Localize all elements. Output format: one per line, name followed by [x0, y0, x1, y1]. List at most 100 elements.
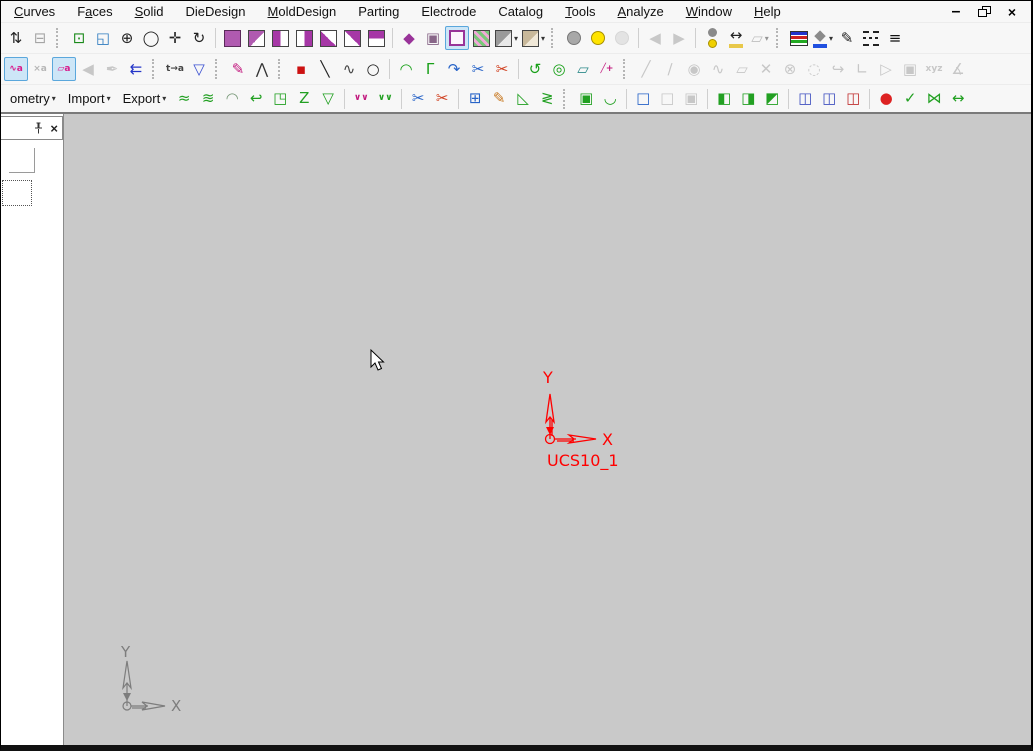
move-face-icon[interactable]: ⊞ — [463, 87, 487, 111]
previous-view-icon[interactable]: ◀ — [643, 26, 667, 50]
sketch-segment-icon[interactable]: ∕ — [658, 57, 682, 81]
extend-curve-icon[interactable]: ↷ — [442, 57, 466, 81]
edit-parting-icon[interactable]: ⋈ — [922, 87, 946, 111]
feature-tree-fragment[interactable] — [1, 140, 63, 745]
named-view-icon[interactable]: ▣ — [421, 26, 445, 50]
shaded-view-icon[interactable] — [220, 26, 244, 50]
zoom-in-out-icon[interactable]: ⊕ — [115, 26, 139, 50]
view-options-dropdown[interactable]: ▾ — [520, 26, 547, 50]
restore-button[interactable] — [977, 5, 991, 19]
sketch-curve-icon[interactable]: ∿ — [706, 57, 730, 81]
display-style-dropdown[interactable]: ▾ — [493, 26, 520, 50]
surface-sweep-icon[interactable]: ≋ — [196, 87, 220, 111]
menu-solid[interactable]: Solid — [124, 2, 175, 21]
fill-color-dropdown[interactable]: ◆ ▾ — [811, 26, 835, 50]
zoom-fit-icon[interactable]: ⊡ — [67, 26, 91, 50]
sketch-circle-icon[interactable]: ◉ — [682, 57, 706, 81]
insert-block-c-icon[interactable]: ◫ — [841, 87, 865, 111]
front-view-icon[interactable] — [268, 26, 292, 50]
menu-tools[interactable]: Tools — [554, 2, 606, 21]
pick-light-icon[interactable] — [610, 26, 634, 50]
left-view-icon[interactable] — [316, 26, 340, 50]
project-curve-icon[interactable]: ↺ — [523, 57, 547, 81]
lasso-select-icon[interactable]: ⋀ — [250, 57, 274, 81]
menu-molddesign[interactable]: MoldDesign — [257, 2, 348, 21]
next-view-icon[interactable]: ▶ — [667, 26, 691, 50]
knit-surface-icon[interactable]: ∨∨ — [349, 87, 373, 111]
angle-point-icon[interactable]: ∡ — [946, 57, 970, 81]
fillet-curve-icon[interactable]: ◠ — [394, 57, 418, 81]
new-block-icon[interactable]: ▣ — [574, 87, 598, 111]
right-view-icon[interactable] — [340, 26, 364, 50]
edit-sketch-icon[interactable]: ✎ — [226, 57, 250, 81]
notch-solid-icon[interactable]: ◩ — [760, 87, 784, 111]
selection-filter-icon[interactable]: ▽ — [187, 57, 211, 81]
magnifier-icon[interactable]: ◯ — [139, 26, 163, 50]
signature-icon[interactable]: ✒ — [100, 57, 124, 81]
line-icon[interactable]: ╲ — [313, 57, 337, 81]
menu-parting[interactable]: Parting — [347, 2, 410, 21]
menu-help[interactable]: Help — [743, 2, 792, 21]
menu-electrode[interactable]: Electrode — [410, 2, 487, 21]
panel-close-icon[interactable]: × — [50, 122, 58, 135]
menu-catalog[interactable]: Catalog — [487, 2, 554, 21]
surface-flip-icon[interactable]: ↩ — [244, 87, 268, 111]
axis-system-icon[interactable]: ∟ — [850, 57, 874, 81]
point-icon[interactable]: ▪ — [289, 57, 313, 81]
menu-analyze[interactable]: Analyze — [606, 2, 674, 21]
pen-color-icon[interactable]: ✎ — [835, 26, 859, 50]
edit-face-icon[interactable]: ✎ — [487, 87, 511, 111]
untrim-surface-icon[interactable]: ✂ — [430, 87, 454, 111]
isometric-view-icon[interactable] — [244, 26, 268, 50]
light-off-icon[interactable] — [562, 26, 586, 50]
normal-to-icon[interactable]: ◆ — [397, 26, 421, 50]
delete-history-icon[interactable]: ⊟ — [28, 26, 52, 50]
spline-icon[interactable]: ∿ — [337, 57, 361, 81]
unknit-surface-icon[interactable]: ∨∨ — [373, 87, 397, 111]
rename-icon[interactable]: t→a — [163, 57, 187, 81]
swap-display-icon[interactable] — [700, 26, 724, 50]
menu-window[interactable]: Window — [675, 2, 743, 21]
pointer-mode-icon[interactable]: ▷ — [874, 57, 898, 81]
layer-manager-icon[interactable] — [787, 26, 811, 50]
silhouette-curve-icon[interactable]: ◎ — [547, 57, 571, 81]
insert-block-a-icon[interactable]: ◫ — [793, 87, 817, 111]
grid-point-icon[interactable]: ▣ — [898, 57, 922, 81]
xyz-point-icon[interactable]: xyz — [922, 57, 946, 81]
tree-node[interactable] — [2, 180, 32, 206]
light-on-icon[interactable] — [586, 26, 610, 50]
insert-block-b-icon[interactable]: ◫ — [817, 87, 841, 111]
rotate-view-icon[interactable]: ↻ — [187, 26, 211, 50]
flatten-surface-icon[interactable]: ◺ — [511, 87, 535, 111]
box-tool-icon[interactable]: □ — [655, 87, 679, 111]
surface-funnel-icon[interactable]: ▽ — [316, 87, 340, 111]
sketch-line-icon[interactable]: ╱ — [634, 57, 658, 81]
split-curve-icon[interactable]: ✂ — [490, 57, 514, 81]
pin-icon[interactable] — [33, 122, 44, 134]
curve-names-toggle[interactable]: ∿a — [4, 57, 28, 81]
minimize-button[interactable]: – — [949, 3, 963, 19]
line-weight-icon[interactable]: ≡ — [883, 26, 907, 50]
textured-view-icon[interactable] — [469, 26, 493, 50]
circle-icon[interactable]: ○ — [361, 57, 385, 81]
replace-face-icon[interactable]: ≷ — [535, 87, 559, 111]
back-view-icon[interactable] — [292, 26, 316, 50]
open-box-icon[interactable]: □ — [631, 87, 655, 111]
apply-color-icon[interactable]: ◀ — [76, 57, 100, 81]
frame-box-icon[interactable]: ▣ — [679, 87, 703, 111]
trim-surface-icon[interactable]: ✂ — [406, 87, 430, 111]
surface-loft-icon[interactable]: ≈ — [172, 87, 196, 111]
line-style-icon[interactable] — [859, 26, 883, 50]
wedge-solid-icon[interactable]: ◨ — [736, 87, 760, 111]
rebuild-icon[interactable]: ⇅ — [4, 26, 28, 50]
menu-diedesign[interactable]: DieDesign — [175, 2, 257, 21]
sketch-plane-icon[interactable]: ▱ — [730, 57, 754, 81]
hide-names-icon[interactable]: ×a — [28, 57, 52, 81]
delete-entity-icon[interactable]: ✕ — [754, 57, 778, 81]
surface-dome-icon[interactable]: ◠ — [220, 87, 244, 111]
delete-body-icon[interactable]: ● — [874, 87, 898, 111]
dimension-dropdown[interactable]: ▱ ▾ — [748, 26, 772, 50]
zoom-window-icon[interactable]: ◱ — [91, 26, 115, 50]
top-view-icon[interactable] — [364, 26, 388, 50]
face-names-toggle[interactable]: ▱a — [52, 57, 76, 81]
